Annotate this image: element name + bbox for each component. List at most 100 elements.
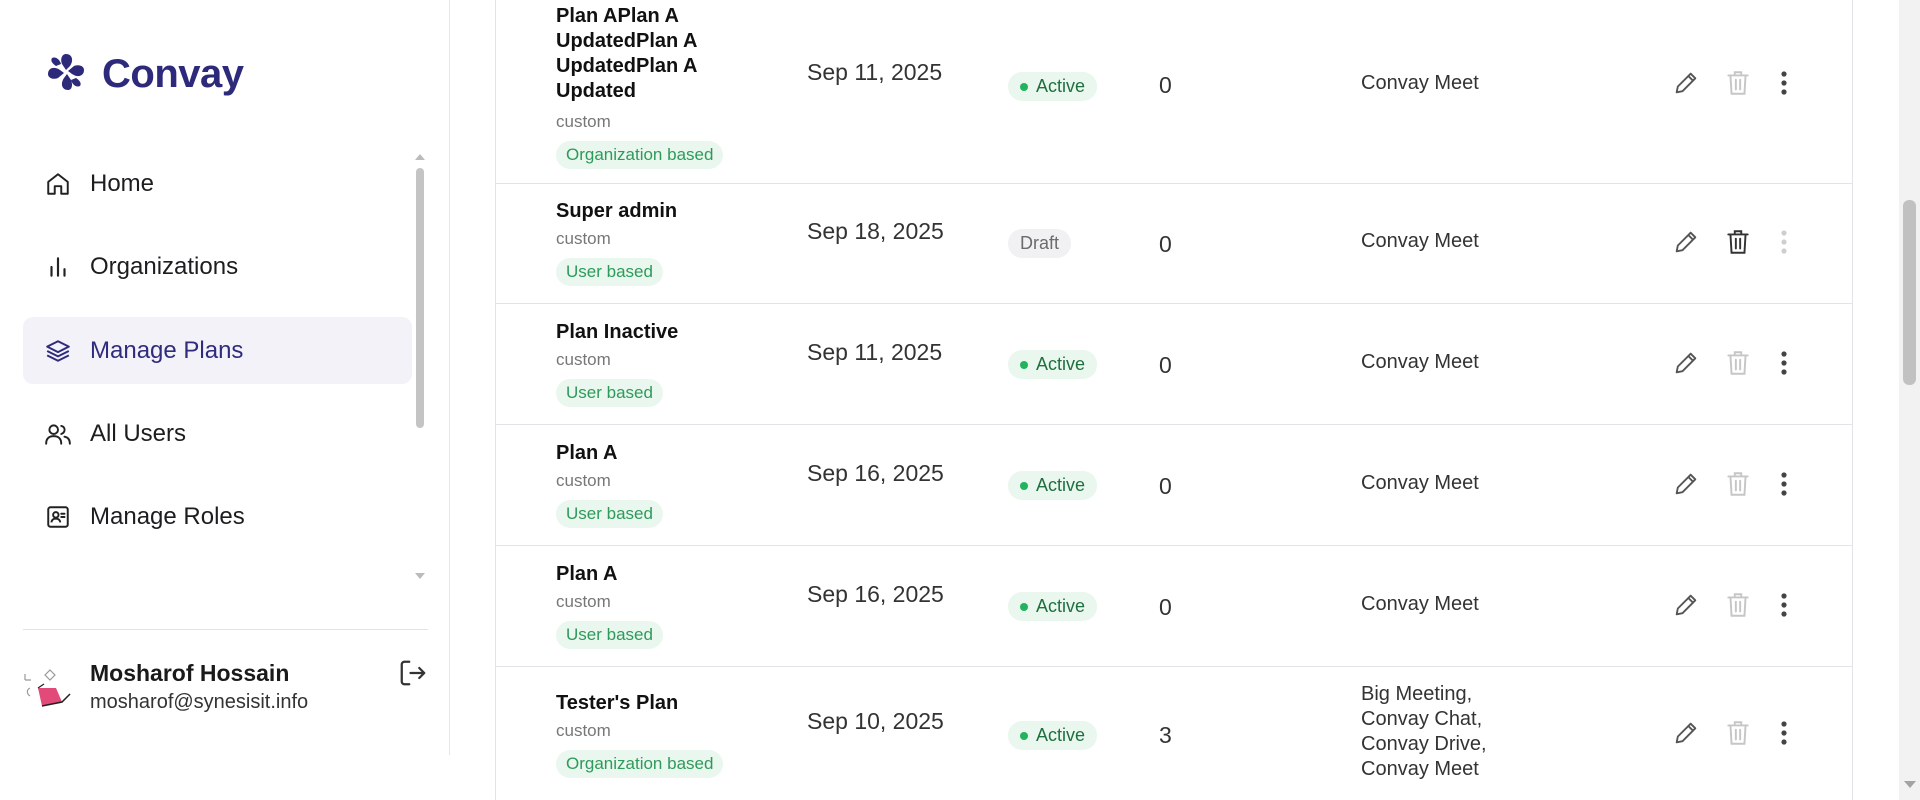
users-icon [44,420,72,448]
plan-date: Sep 18, 2025 [807,218,944,244]
plan-user-count: 0 [1159,352,1172,378]
sidebar-item-manage-plans[interactable]: Manage Plans [23,317,412,384]
status-badge: Active [1008,350,1098,379]
delete-icon[interactable] [1721,716,1755,750]
sidebar-item-label: Organizations [90,252,239,280]
convay-logo-icon [44,50,88,99]
plan-date: Sep 16, 2025 [807,460,944,486]
status-badge: Active [1008,72,1098,101]
plan-user-count: 0 [1159,473,1172,499]
plan-date: Sep 11, 2025 [807,59,943,85]
plan-products: Convay Meet [1361,472,1479,494]
brand-logo[interactable]: Convay [44,50,244,99]
sidebar-item-home[interactable]: Home [23,150,412,217]
status-dot-icon [1020,82,1028,91]
plan-tag: User based [556,500,663,528]
sidebar-item-manage-roles[interactable]: Manage Roles [23,483,412,550]
plan-user-count: 3 [1159,722,1172,748]
plan-name[interactable]: Plan A [556,441,726,466]
status-badge: Draft [1008,229,1072,258]
plan-name[interactable]: Plan Inactive [556,320,726,345]
table-row: Tester's Plan custom Organization based … [496,667,1852,800]
table-row: Plan APlan A UpdatedPlan A UpdatedPlan A… [496,0,1852,184]
status-dot-icon [1020,360,1028,369]
plan-date: Sep 16, 2025 [807,581,944,607]
plan-name[interactable]: Super admin [556,199,726,224]
plan-products: Convay Meet [1361,72,1479,94]
more-options-icon[interactable] [1767,467,1801,501]
more-options-icon[interactable] [1767,588,1801,622]
status-dot-icon [1020,731,1028,740]
sidebar: Convay Home Organizations Manage Plans A… [0,0,450,755]
sidebar-scroll-up-arrow[interactable] [415,154,425,160]
delete-icon[interactable] [1721,66,1755,100]
logout-icon[interactable] [398,658,430,690]
plan-tag: User based [556,258,663,286]
more-options-icon[interactable] [1767,66,1801,100]
delete-icon[interactable] [1721,588,1755,622]
sidebar-item-all-users[interactable]: All Users [23,400,412,467]
plan-tag: Organization based [556,750,724,778]
plans-table: Plan APlan A UpdatedPlan A UpdatedPlan A… [495,0,1853,800]
plan-type: custom [556,229,611,248]
table-row: Plan A custom User based Sep 16, 2025 Ac… [496,425,1852,546]
status-badge: Active [1008,471,1098,500]
status-dot-icon [1020,481,1028,490]
more-options-icon[interactable] [1767,716,1801,750]
layers-icon [44,337,72,365]
plan-user-count: 0 [1159,594,1172,620]
plan-user-count: 0 [1159,72,1172,98]
status-dot-icon [1020,602,1028,611]
plan-products: Convay Meet [1361,351,1479,373]
table-row: Plan A custom User based Sep 16, 2025 Ac… [496,546,1852,667]
user-name: Mosharof Hossain [90,660,290,686]
page-scroll-down-arrow[interactable] [1904,781,1916,788]
delete-icon[interactable] [1721,467,1755,501]
avatar[interactable] [22,662,78,718]
sidebar-item-label: All Users [90,419,187,447]
brand-name: Convay [102,52,244,96]
plan-name[interactable]: Plan APlan A UpdatedPlan A UpdatedPlan A… [556,4,726,104]
sidebar-item-organizations[interactable]: Organizations [23,233,412,300]
sidebar-item-label: Manage Roles [90,502,245,530]
plan-type: custom [556,721,611,740]
plan-name[interactable]: Plan A [556,562,726,587]
more-options-icon[interactable] [1767,225,1801,259]
sidebar-scrollbar[interactable] [416,168,424,428]
table-row: Super admin custom User based Sep 18, 20… [496,183,1852,304]
user-email: mosharof@synesisit.info [90,691,309,713]
edit-icon[interactable] [1669,225,1703,259]
plan-products: Big Meeting, Convay Chat, Convay Drive, … [1361,683,1487,780]
delete-icon[interactable] [1721,346,1755,380]
page-scrollbar-thumb[interactable] [1903,200,1916,385]
bar-chart-icon [44,253,72,281]
more-options-icon[interactable] [1767,346,1801,380]
plan-name[interactable]: Tester's Plan [556,691,726,716]
plan-tag: User based [556,379,663,407]
home-icon [44,170,72,198]
plan-date: Sep 11, 2025 [807,339,943,365]
plan-type: custom [556,471,611,490]
edit-icon[interactable] [1669,346,1703,380]
plan-type: custom [556,112,611,131]
edit-icon[interactable] [1669,66,1703,100]
sidebar-item-label: Manage Plans [90,336,244,364]
plan-products: Convay Meet [1361,230,1479,252]
id-badge-icon [44,503,72,531]
plan-date: Sep 10, 2025 [807,708,944,734]
sidebar-item-label: Home [90,169,155,197]
page-scrollbar-track[interactable] [1899,0,1920,800]
table-row: Plan Inactive custom User based Sep 11, … [496,304,1852,425]
edit-icon[interactable] [1669,716,1703,750]
status-badge: Active [1008,592,1098,621]
plan-type: custom [556,350,611,369]
plan-products: Convay Meet [1361,593,1479,615]
edit-icon[interactable] [1669,588,1703,622]
status-badge: Active [1008,721,1098,750]
edit-icon[interactable] [1669,467,1703,501]
plan-user-count: 0 [1159,231,1172,257]
divider [23,629,428,630]
sidebar-scroll-down-arrow[interactable] [415,573,425,579]
plan-tag: User based [556,621,663,649]
delete-icon[interactable] [1721,225,1755,259]
